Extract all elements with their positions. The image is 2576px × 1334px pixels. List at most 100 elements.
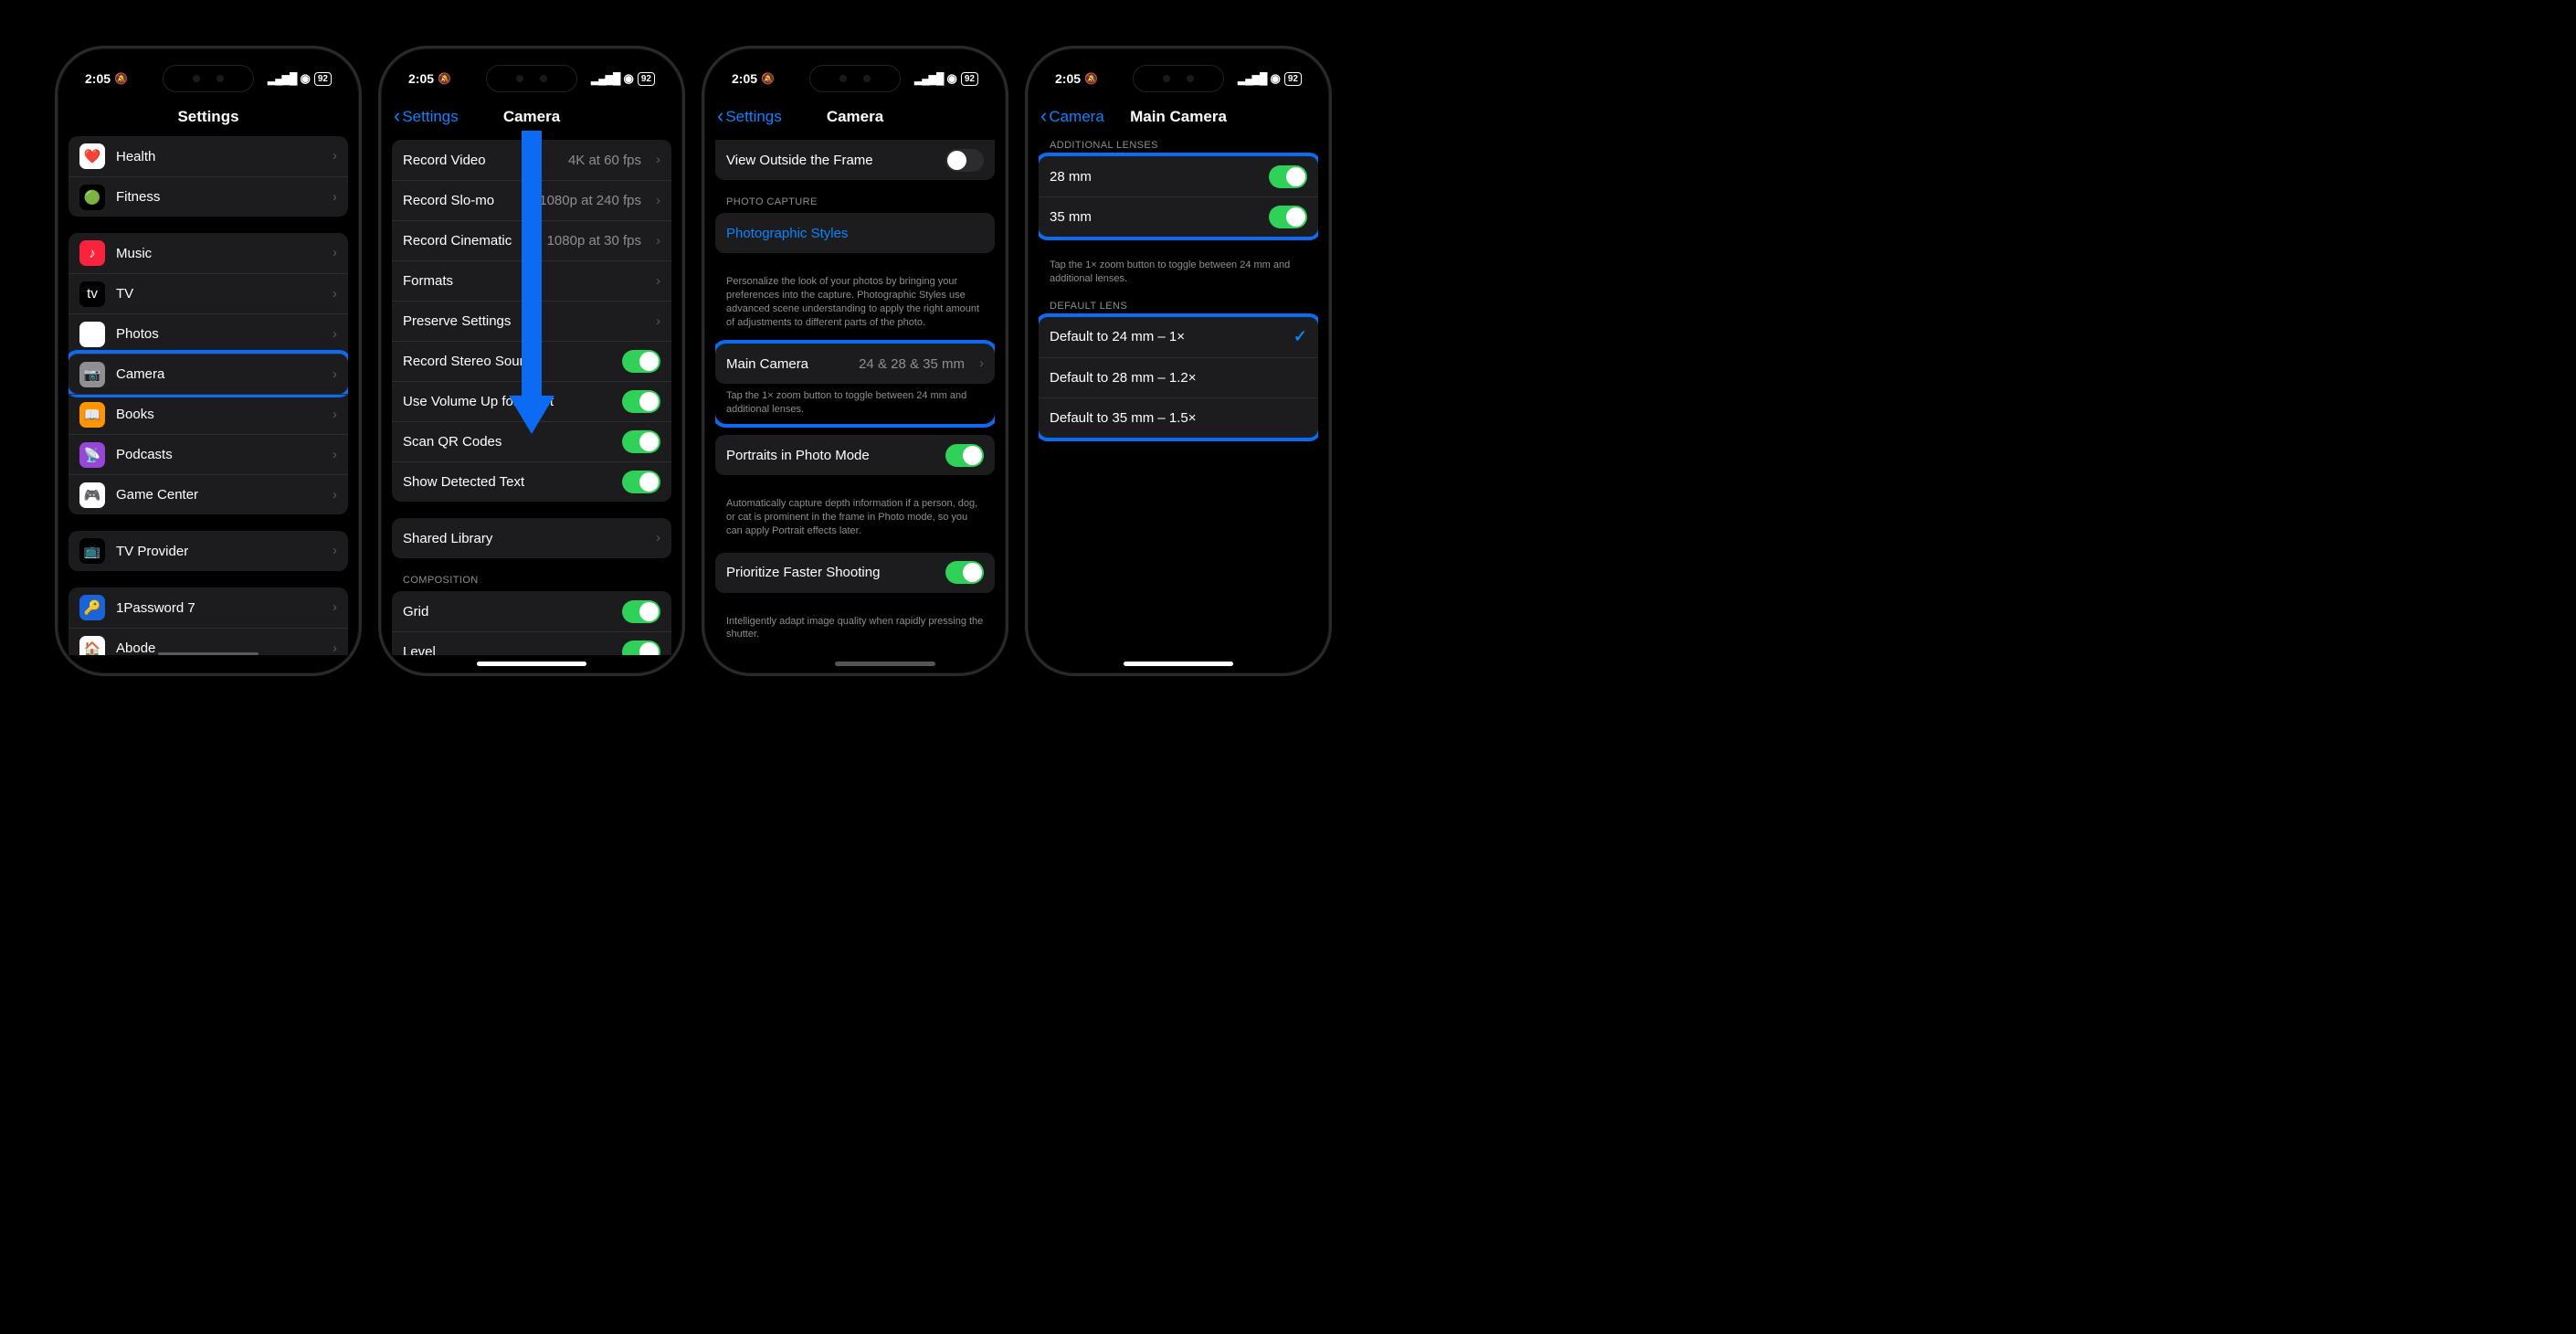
label: Photographic Styles [726,226,984,241]
back-label: Settings [725,108,781,126]
back-button[interactable]: ‹Settings [717,108,782,126]
settings-row-abode[interactable]: 🏠 Abode › [69,628,348,655]
home-indicator[interactable] [477,662,586,666]
row-lens-35-mm[interactable]: 35 mm [1039,196,1318,237]
row-portraits-photo-mode[interactable]: Portraits in Photo Mode [715,435,995,475]
label: Record Stereo Sound [403,354,611,369]
label: Record Cinematic [403,233,536,249]
footer-faster: Intelligently adapt image quality when r… [715,609,995,655]
label: 28 mm [1050,169,1258,185]
main-camera-list[interactable]: ADDITIONAL LENSES 28 mm 35 mm Tap the 1×… [1039,140,1318,655]
settings-row-tvprovider[interactable]: 📺 TV Provider › [69,531,348,571]
annotation-arrow-down [519,131,544,432]
label: View Outside the Frame [726,153,934,168]
battery-indicator: 92 [638,72,655,86]
toggle[interactable] [945,561,984,584]
toggle[interactable] [622,641,660,655]
cell-signal-icon: ▂▄▆█ [1238,72,1266,85]
home-indicator[interactable] [835,662,935,666]
toggle[interactable] [945,444,984,467]
toggle[interactable] [622,600,660,623]
row-lens-28-mm[interactable]: 28 mm [1039,156,1318,196]
toggle[interactable] [622,390,660,413]
label: Game Center [116,487,318,503]
row-default-to-28-mm-1-2-[interactable]: Default to 28 mm – 1.2× [1039,357,1318,397]
settings-row-tv[interactable]: tv TV › [69,273,348,313]
label: Grid [403,604,611,619]
label: Abode [116,641,318,655]
tv-icon: tv [79,281,105,307]
label: Default to 24 mm – 1× [1050,329,1283,344]
toggle[interactable] [1269,165,1307,188]
row-show-detected-text[interactable]: Show Detected Text [392,461,671,502]
row-grid[interactable]: Grid [392,591,671,631]
settings-row-gamecenter[interactable]: 🎮 Game Center › [69,474,348,514]
music-icon: ♪ [79,240,105,266]
settings-row-fitness[interactable]: 🟢 Fitness › [69,176,348,217]
back-label: Settings [402,108,458,126]
toggle[interactable] [1269,206,1307,228]
label: TV [116,286,318,302]
nav-bar: Settings [58,96,359,138]
checkmark-icon: ✓ [1293,327,1307,346]
dynamic-island [163,65,254,92]
footer-portraits: Automatically capture depth information … [715,492,995,553]
nav-bar: ‹Settings Camera [704,96,1006,138]
footer-main-camera: Tap the 1× zoom button to toggle between… [715,384,995,424]
label: Record Slo-mo [403,193,528,208]
settings-row-music[interactable]: ♪ Music › [69,233,348,273]
value: 4K at 60 fps [568,153,641,168]
label: Health [116,149,318,164]
toggle[interactable] [945,149,984,172]
footer-lenses: Tap the 1× zoom button to toggle between… [1039,253,1318,301]
label: 35 mm [1050,209,1258,225]
label: Camera [116,366,318,382]
row-level[interactable]: Level [392,631,671,655]
section-additional-lenses: ADDITIONAL LENSES [1039,140,1318,156]
row-main-camera[interactable]: Main Camera 24 & 28 & 35 mm › [715,344,995,384]
phone-main-camera: 2:05🔕 ▂▄▆█◉92 ‹Camera Main Camera ADDITI… [1025,46,1332,676]
settings-row-podcasts[interactable]: 📡 Podcasts › [69,434,348,474]
label: Show Detected Text [403,474,611,490]
label: Fitness [116,189,318,205]
row-default-to-35-mm-1-5-[interactable]: Default to 35 mm – 1.5× [1039,397,1318,438]
settings-row-1password[interactable]: 🔑 1Password 7 › [69,588,348,628]
silent-icon: 🔕 [114,72,128,85]
value: 1080p at 30 fps [547,233,641,249]
section-default-lens: DEFAULT LENS [1039,301,1318,317]
wifi-icon: ◉ [1271,71,1281,86]
page-title: Settings [177,108,238,126]
page-title: Main Camera [1130,108,1227,126]
section-composition: COMPOSITION [392,575,671,591]
battery-indicator: 92 [1284,72,1302,86]
clock: 2:05 [732,71,757,86]
toggle[interactable] [622,350,660,373]
settings-list[interactable]: ❤️ Health › 🟢 Fitness › ♪ Music › tv TV … [69,136,348,655]
label: 1Password 7 [116,600,318,616]
battery-indicator: 92 [314,72,332,86]
label: TV Provider [116,544,318,559]
settings-row-photos[interactable]: ❋ Photos › [69,313,348,354]
silent-icon: 🔕 [438,72,451,85]
fitness-icon: 🟢 [79,185,105,210]
row-photographic-styles[interactable]: Photographic Styles [715,213,995,253]
row-view-outside-frame[interactable]: View Outside the Frame [715,140,995,180]
wifi-icon: ◉ [624,71,634,86]
toggle[interactable] [622,430,660,453]
settings-row-health[interactable]: ❤️ Health › [69,136,348,176]
silent-icon: 🔕 [761,72,775,85]
settings-row-camera[interactable]: 📷 Camera › [69,354,348,394]
row-shared-library[interactable]: Shared Library› [392,518,671,558]
row-default-to-24-mm-1-[interactable]: Default to 24 mm – 1× ✓ [1039,317,1318,357]
row-prioritize-faster[interactable]: Prioritize Faster Shooting [715,553,995,593]
camera-settings-scrolled[interactable]: View Outside the Frame PHOTO CAPTURE Pho… [715,140,995,655]
phone-camera-settings: 2:05🔕 ▂▄▆█◉92 ‹Settings Camera Record Vi… [378,46,685,676]
home-indicator[interactable] [1124,662,1233,666]
back-button[interactable]: ‹Camera [1040,108,1104,126]
label: Music [116,246,318,261]
label: Main Camera [726,356,848,372]
settings-row-books[interactable]: 📖 Books › [69,394,348,434]
back-button[interactable]: ‹Settings [394,108,459,126]
toggle[interactable] [622,471,660,493]
health-icon: ❤️ [79,143,105,169]
